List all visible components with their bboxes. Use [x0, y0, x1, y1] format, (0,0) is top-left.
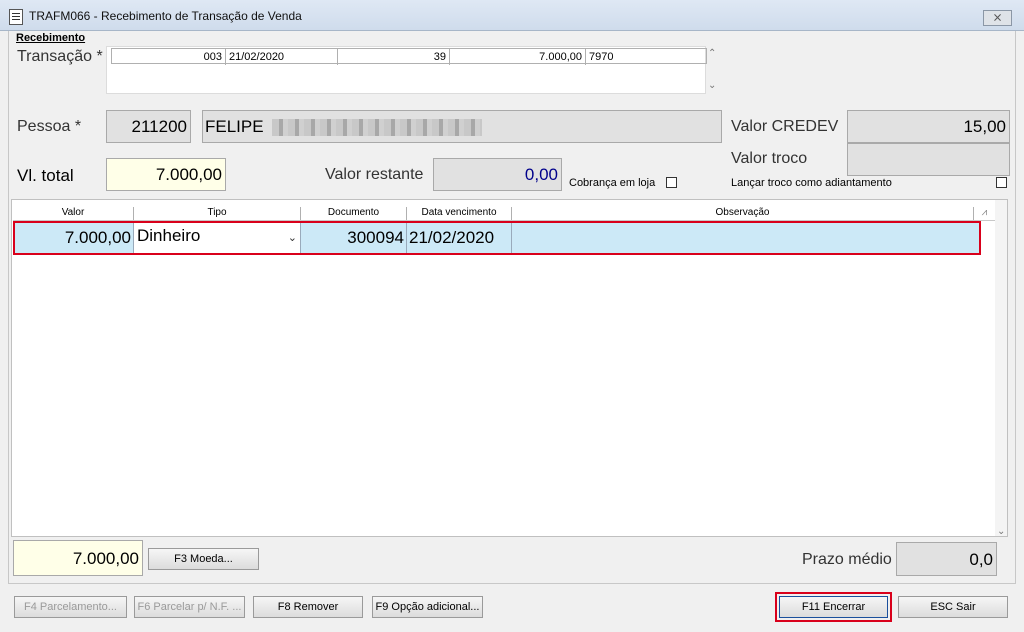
redacted-name [272, 119, 483, 137]
title-bar: TRAFM066 - Recebimento de Transação de V… [0, 0, 1024, 31]
restante-field[interactable]: 0,00 [433, 158, 562, 191]
transacao-valor: 7.000,00 [450, 49, 586, 65]
troco-label: Valor troco [731, 150, 808, 167]
grid-scrollbar[interactable] [995, 200, 1007, 536]
header-tipo[interactable]: Tipo [134, 207, 301, 220]
close-button[interactable]: ⨯ [983, 10, 1012, 26]
chevron-down-icon[interactable]: ⌄ [288, 231, 297, 244]
row-data-vencimento[interactable]: 21/02/2020 [407, 223, 512, 253]
header-documento[interactable]: Documento [301, 207, 407, 220]
grid-header: Valor Tipo Documento Data vencimento Obs… [13, 207, 995, 221]
divider [8, 583, 1016, 584]
vl-total-field[interactable]: 7.000,00 [106, 158, 226, 191]
pessoa-name-text: FELIPE [205, 117, 264, 136]
header-data-vencimento[interactable]: Data vencimento [407, 207, 512, 220]
cobranca-label: Cobrança em loja [569, 177, 656, 189]
troco-field[interactable] [847, 143, 1010, 176]
header-valor[interactable]: Valor [13, 207, 134, 220]
prazo-field[interactable]: 0,0 [896, 542, 997, 576]
transacao-codigo: 7970 [589, 51, 614, 63]
transacao-data: 21/02/2020 [226, 49, 338, 65]
parcelamento-button[interactable]: F4 Parcelamento... [14, 596, 127, 618]
troco-checkbox-label: Lançar troco como adiantamento [731, 177, 892, 189]
transacao-numero: 39 [338, 49, 450, 65]
moeda-button[interactable]: F3 Moeda... [148, 548, 259, 570]
pessoa-name-field[interactable]: FELIPE [202, 110, 722, 143]
transacao-list[interactable]: 003 21/02/2020 39 7.000,00 7970 [106, 46, 707, 94]
row-observacao[interactable] [512, 223, 979, 253]
section-title: Recebimento [16, 32, 86, 44]
header-observacao[interactable]: Observação [512, 207, 974, 220]
transacao-loja: 003 [112, 49, 226, 65]
encerrar-button[interactable]: F11 Encerrar [779, 596, 888, 618]
sair-button[interactable]: ESC Sair [898, 596, 1008, 618]
pessoa-label: Pessoa * [17, 118, 82, 135]
restante-label: Valor restante [325, 166, 424, 183]
pessoa-code-field[interactable]: 211200 [106, 110, 191, 143]
opcao-adicional-button[interactable]: F9 Opção adicional... [372, 596, 483, 618]
row-tipo-select[interactable]: Dinheiro ⌄ [134, 223, 301, 253]
prazo-label: Prazo médio [802, 551, 892, 568]
credev-label: Valor CREDEV [731, 118, 839, 135]
cobranca-checkbox[interactable] [666, 177, 677, 188]
remover-button[interactable]: F8 Remover [253, 596, 363, 618]
document-icon [9, 9, 23, 25]
troco-checkbox[interactable] [996, 177, 1007, 188]
row-tipo-value: Dinheiro [137, 226, 201, 245]
transacao-row[interactable]: 003 21/02/2020 39 7.000,00 7970 [111, 48, 707, 65]
footer-total-field[interactable]: 7.000,00 [13, 540, 143, 576]
vl-total-label: Vl. total [17, 166, 74, 185]
scroll-up-icon[interactable]: ⌃ [708, 48, 716, 59]
row-valor[interactable]: 7.000,00 [15, 223, 134, 253]
transacao-label: Transação * [17, 48, 103, 65]
table-row[interactable]: 7.000,00 Dinheiro ⌄ 300094 21/02/2020 [15, 223, 979, 253]
window-title: TRAFM066 - Recebimento de Transação de V… [29, 9, 302, 23]
grid-scroll-down-icon[interactable]: ⌄ [997, 526, 1005, 537]
credev-field[interactable]: 15,00 [847, 110, 1010, 143]
scroll-down-icon[interactable]: ⌄ [708, 80, 716, 91]
row-documento[interactable]: 300094 [301, 223, 407, 253]
parcelar-nf-button[interactable]: F6 Parcelar p/ N.F. ... [134, 596, 245, 618]
column-chooser-icon[interactable]: ⩘ [974, 207, 995, 220]
